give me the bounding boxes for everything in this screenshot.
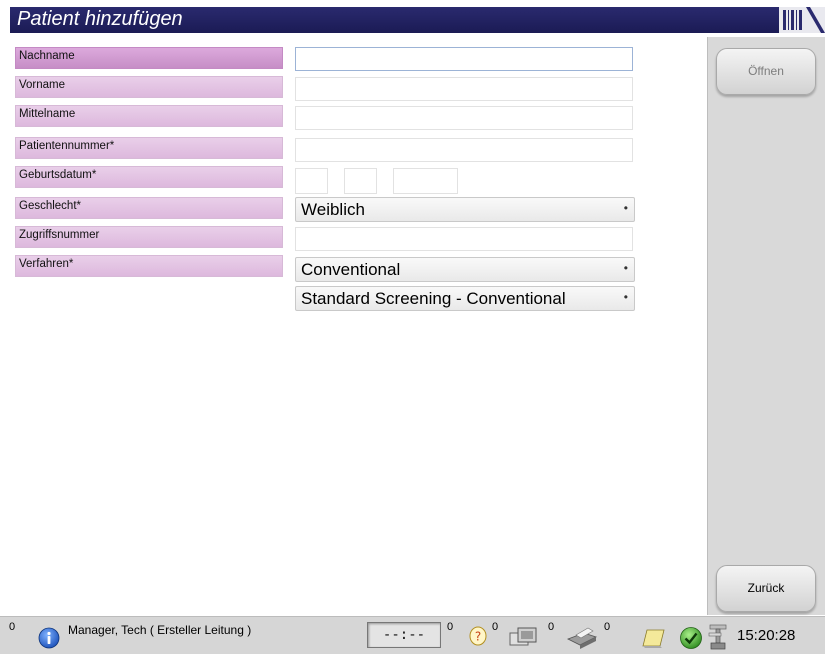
accession-number-input[interactable] <box>295 227 633 251</box>
procedure-view-select[interactable]: Standard Screening - Conventional • <box>295 286 635 311</box>
patient-id-label[interactable]: Patientennummer* <box>15 137 283 159</box>
dropdown-arrow-icon: • <box>623 261 628 275</box>
status-bar: 0 Manager, Tech ( Ersteller Leitung ) --… <box>0 616 825 654</box>
sex-select[interactable]: Weiblich • <box>295 197 635 222</box>
last-name-label[interactable]: Nachname <box>15 47 283 69</box>
birth-date-label[interactable]: Geburtsdatum* <box>15 166 283 188</box>
add-patient-screen: Patient hinzufügen Nachname Vorname Mitt… <box>0 0 825 654</box>
svg-text:?: ? <box>475 630 481 644</box>
printer-icon[interactable] <box>566 625 598 654</box>
image-queue-icon[interactable] <box>508 625 540 654</box>
first-name-input[interactable] <box>295 77 633 101</box>
middle-name-label[interactable]: Mittelname <box>15 105 283 127</box>
sex-label[interactable]: Geschlecht* <box>15 197 283 219</box>
clock: 15:20:28 <box>737 627 796 644</box>
window-stripes-icon <box>779 7 825 33</box>
open-button[interactable]: Öffnen <box>716 48 816 95</box>
current-user: Manager, Tech ( Ersteller Leitung ) <box>68 623 252 637</box>
last-name-input[interactable] <box>295 47 633 71</box>
status-ok-icon[interactable] <box>679 626 703 654</box>
right-action-panel <box>707 37 825 615</box>
help-icon[interactable]: ? <box>468 625 488 652</box>
procedure-label[interactable]: Verfahren* <box>15 255 283 277</box>
patient-id-input[interactable] <box>295 138 633 162</box>
birth-month-input[interactable] <box>344 168 377 194</box>
queue-count: 0 <box>492 621 499 633</box>
birth-year-input[interactable] <box>393 168 458 194</box>
exposure-timer: --:-- <box>367 622 441 648</box>
procedure-view-select-value: Standard Screening - Conventional <box>301 289 566 308</box>
title-bar: Patient hinzufügen <box>10 7 825 33</box>
print-count: 0 <box>548 621 555 633</box>
help-count: 0 <box>447 621 454 633</box>
first-name-label[interactable]: Vorname <box>15 76 283 98</box>
archive-count: 0 <box>604 621 611 633</box>
info-icon[interactable] <box>38 627 60 654</box>
procedure-select[interactable]: Conventional • <box>295 257 635 282</box>
accession-number-label[interactable]: Zugriffsnummer <box>15 226 283 248</box>
middle-name-input[interactable] <box>295 106 633 130</box>
dropdown-arrow-icon: • <box>623 201 628 215</box>
device-status-icon[interactable] <box>707 623 729 654</box>
dropdown-arrow-icon: • <box>623 290 628 304</box>
procedure-select-value: Conventional <box>301 260 401 279</box>
info-count: 0 <box>9 621 16 633</box>
notes-icon[interactable] <box>640 627 666 654</box>
sex-select-value: Weiblich <box>301 200 365 219</box>
page-title: Patient hinzufügen <box>17 8 183 30</box>
back-button[interactable]: Zurück <box>716 565 816 612</box>
birth-day-input[interactable] <box>295 168 328 194</box>
